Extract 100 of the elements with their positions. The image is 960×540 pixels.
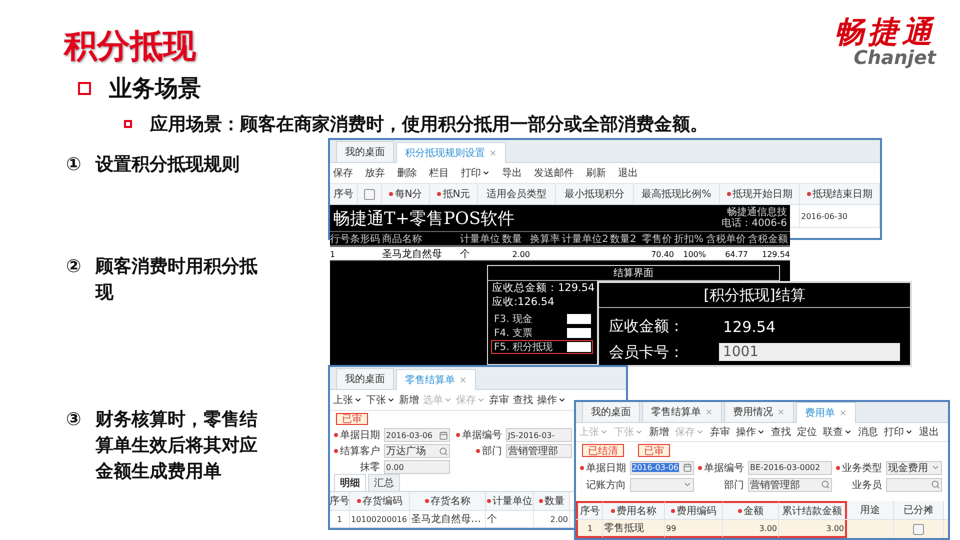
input-field[interactable]: 2016-03-06 (384, 428, 450, 442)
caret-icon[interactable] (558, 396, 566, 404)
column-header: 商品名称 (382, 232, 423, 246)
table-cell: 1 (330, 511, 350, 527)
column-header: 计量单位 (486, 492, 534, 510)
input-field[interactable]: 0.00 (384, 460, 450, 474)
table-cell: 2.00 (534, 511, 570, 527)
toolbar-button[interactable]: 打印 (884, 425, 913, 439)
payment-option[interactable]: F4. 支票 (491, 326, 593, 340)
search-icon[interactable] (439, 446, 448, 456)
payment-option[interactable]: F3. 现金 (491, 312, 593, 326)
table-cell: 个 (486, 511, 534, 527)
field-label: 单据编号 (696, 460, 746, 474)
tab[interactable]: 汇总 (368, 474, 400, 491)
amount-field[interactable] (567, 342, 591, 352)
close-icon[interactable] (489, 149, 497, 157)
step-text: 财务核算时，零售结算单生效后将其对应金额生成费用单 (95, 408, 258, 484)
input-field[interactable]: 营销管理部 (506, 444, 572, 458)
toolbar-button[interactable]: 保存 (333, 166, 353, 180)
toolbar-button[interactable]: 定位 (797, 425, 817, 439)
close-icon[interactable] (777, 408, 785, 416)
toolbar-button[interactable]: 消息 (858, 425, 878, 439)
toolbar-button[interactable]: 退出 (919, 425, 939, 439)
calendar-icon[interactable] (683, 463, 692, 472)
tab[interactable]: 我的桌面 (582, 402, 640, 422)
tab[interactable]: 费用单 (796, 402, 856, 423)
column-header: 序号 (330, 492, 350, 510)
input-field[interactable]: BE-2016-03-0002 (748, 460, 832, 474)
table-cell: 10100200016 (350, 511, 410, 527)
input-field[interactable] (630, 478, 694, 492)
toolbar-button[interactable]: 刷新 (586, 166, 606, 180)
status-badge: 已结清 (582, 444, 624, 457)
tab[interactable]: 我的桌面 (336, 368, 394, 389)
caret-icon[interactable] (757, 428, 765, 436)
amount-field[interactable] (567, 314, 591, 324)
field-label: 单据编号 (452, 428, 504, 442)
tab[interactable]: 零售结算单 (396, 369, 476, 390)
caret-icon[interactable] (387, 396, 395, 404)
toolbar-button[interactable]: 导出 (502, 166, 522, 180)
toolbar-button[interactable]: 上张 (333, 393, 362, 407)
toolbar-button[interactable]: 新增 (649, 425, 669, 439)
status-badge: 已审 (638, 444, 670, 457)
search-icon[interactable] (931, 480, 940, 489)
tab[interactable]: 零售结算单 (642, 402, 722, 422)
input-field[interactable] (886, 478, 942, 492)
caret-icon[interactable] (482, 169, 490, 177)
toolbar-button[interactable]: 栏目 (429, 166, 449, 180)
toolbar-button[interactable]: 下张 (366, 393, 395, 407)
table-cell-text: 64.77 (724, 248, 748, 260)
search-icon[interactable] (821, 480, 830, 489)
square-bullet-icon (124, 120, 132, 128)
tab[interactable]: 费用情况 (724, 402, 794, 422)
toolbar-button[interactable]: 退出 (618, 166, 638, 180)
table-cell: 零售抵现 (603, 520, 665, 538)
close-icon[interactable] (459, 376, 467, 384)
step-number: ③ (66, 408, 82, 432)
close-icon[interactable] (705, 408, 713, 416)
tab[interactable]: 明细 (334, 474, 366, 491)
checkbox[interactable] (913, 524, 924, 534)
caret-icon[interactable] (354, 396, 362, 404)
field-label: 部门 (723, 478, 745, 492)
toolbar-button[interactable]: 操作 (537, 393, 566, 407)
scenario-text: 应用场景：顾客在商家消费时，使用积分抵用一部分或全部消费金额。 (150, 113, 708, 136)
tab[interactable]: 积分抵现规则设置 (396, 142, 506, 163)
toolbar-button[interactable]: 打印 (461, 166, 490, 180)
close-icon[interactable] (839, 409, 847, 417)
toolbar-button[interactable]: 查找 (513, 393, 533, 407)
payment-option[interactable]: F5. 积分抵现 (491, 340, 593, 354)
toolbar-button[interactable]: 联查 (823, 425, 852, 439)
amount-field[interactable] (567, 328, 591, 338)
toolbar-button[interactable]: 发送邮件 (534, 166, 574, 180)
toolbar-button[interactable]: 删除 (397, 166, 417, 180)
caret-icon[interactable] (905, 428, 913, 436)
column-header: 累计结款金额 (779, 501, 847, 519)
field-label: 抹零 (359, 461, 381, 474)
caret-icon[interactable] (844, 428, 852, 436)
input-field[interactable]: 营销管理部 (748, 478, 832, 492)
tab[interactable]: 我的桌面 (336, 141, 394, 162)
toolbar-button[interactable]: 新增 (399, 393, 419, 407)
checkbox[interactable] (364, 188, 375, 200)
input-field[interactable]: 现金费用 (886, 460, 942, 474)
table-cell-text: 个 (460, 248, 471, 261)
column-header: 行号 (330, 233, 350, 246)
toolbar-button[interactable]: 弃审 (489, 393, 509, 407)
input-field[interactable]: 1001 (718, 343, 900, 362)
column-header: 每N分 (382, 184, 430, 204)
toolbar-button[interactable]: 放弃 (365, 166, 385, 180)
toolbar-button[interactable]: 操作 (736, 425, 765, 439)
toolbar-button[interactable]: 查找 (771, 425, 791, 439)
input-field[interactable]: 万达广场 (384, 444, 450, 458)
column-header: 用途 (847, 501, 894, 519)
step-text: 顾客消费时用积分抵现 (95, 255, 258, 305)
column-header: 金额 (723, 501, 779, 519)
toolbar-button[interactable]: 弃审 (710, 425, 730, 439)
calendar-icon[interactable] (439, 430, 448, 440)
pos-title: 畅捷通T+零售POS软件 (333, 208, 515, 230)
input-field[interactable]: 2016-03-06 (630, 460, 694, 474)
column-header: 抵现开始日期 (720, 184, 800, 204)
input-field[interactable]: JS-2016-03- (506, 428, 572, 442)
column-header: 序号 (330, 184, 358, 204)
